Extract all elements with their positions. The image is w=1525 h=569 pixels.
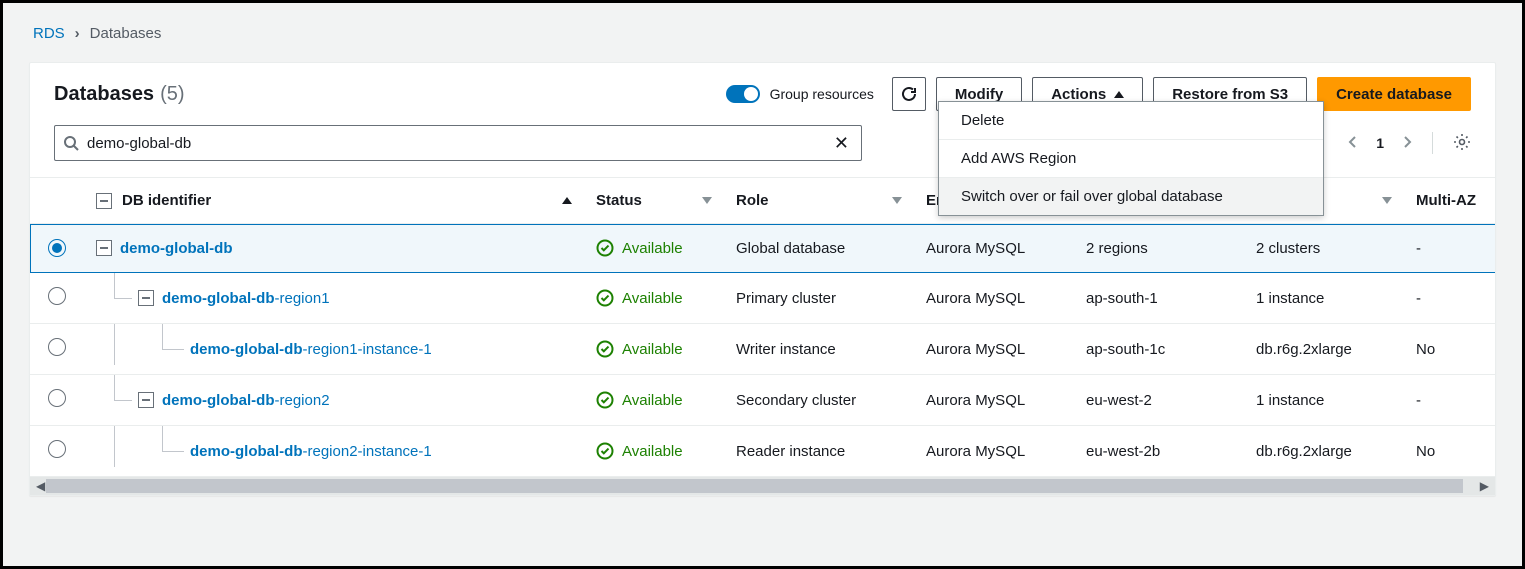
chevron-right-icon: › [75,25,80,42]
clear-search-button[interactable]: ✕ [830,133,853,154]
region-cell: ap-south-1c [1074,324,1244,375]
size-cell: 2 clusters [1244,224,1404,273]
settings-button[interactable] [1453,133,1471,154]
filter-icon [1382,197,1392,204]
row-select-radio[interactable] [48,287,66,305]
next-page-button[interactable] [1402,135,1412,152]
scroll-left-icon: ◀ [36,479,45,493]
role-cell: Primary cluster [724,273,914,324]
action-add-aws-region[interactable]: Add AWS Region [939,139,1323,177]
db-identifier-link[interactable]: demo-global-db-region2 [162,392,330,409]
db-identifier-link[interactable]: demo-global-db-region1 [162,290,330,307]
engine-cell: Aurora MySQL [914,224,1074,273]
engine-cell: Aurora MySQL [914,273,1074,324]
page-title: Databases (5) [54,83,185,106]
sort-asc-icon [562,197,572,204]
table-row[interactable]: demo-global-db-region1 Available Primary c… [30,273,1495,324]
col-db-identifier-header[interactable]: DB identifier [84,178,584,224]
status-available: Available [596,340,712,358]
engine-cell: Aurora MySQL [914,375,1074,426]
filter-icon [702,197,712,204]
toggle-icon [726,85,760,103]
table-row[interactable]: demo-global-db-region1-instance-1 Availab… [30,324,1495,375]
status-available: Available [596,289,712,307]
multiaz-cell: No [1404,324,1495,375]
tree-expander[interactable] [138,392,154,408]
multiaz-cell: - [1404,224,1495,273]
action-delete[interactable]: Delete [939,102,1323,139]
prev-page-button[interactable] [1348,135,1358,152]
col-select-header [30,178,84,224]
row-select-radio[interactable] [48,338,66,356]
tree-expander[interactable] [138,290,154,306]
row-select-radio[interactable] [48,389,66,407]
col-status-header[interactable]: Status [584,178,724,224]
col-multiaz-header[interactable]: Multi-AZ [1404,178,1495,224]
multiaz-cell: No [1404,426,1495,477]
role-cell: Reader instance [724,426,914,477]
multiaz-cell: - [1404,273,1495,324]
region-cell: ap-south-1 [1074,273,1244,324]
gear-icon [1453,133,1471,151]
tree-expander[interactable] [96,240,112,256]
scroll-thumb[interactable] [46,479,1463,493]
title-count: (5) [160,83,184,106]
pager: 1 [1348,132,1471,154]
databases-table: DB identifier Status Role Engine Region … [30,177,1495,495]
status-available: Available [596,442,712,460]
size-cell: db.r6g.2xlarge [1244,426,1404,477]
filter-icon [892,197,902,204]
role-cell: Global database [724,224,914,273]
col-role-header[interactable]: Role [724,178,914,224]
engine-cell: Aurora MySQL [914,324,1074,375]
title-text: Databases [54,83,154,106]
size-cell: 1 instance [1244,273,1404,324]
size-cell: 1 instance [1244,375,1404,426]
breadcrumb-current: Databases [90,25,162,42]
region-cell: 2 regions [1074,224,1244,273]
status-available: Available [596,239,712,257]
breadcrumb: RDS › Databases [3,3,1522,62]
search-icon [63,135,79,151]
group-resources-label: Group resources [770,86,874,102]
table-row[interactable]: demo-global-db-region2-instance-1 Availab… [30,426,1495,477]
page-number: 1 [1376,135,1384,151]
role-cell: Secondary cluster [724,375,914,426]
breadcrumb-link-rds[interactable]: RDS [33,25,65,42]
status-available: Available [596,391,712,409]
multiaz-cell: - [1404,375,1495,426]
role-cell: Writer instance [724,324,914,375]
engine-cell: Aurora MySQL [914,426,1074,477]
triangle-up-icon [1114,91,1124,98]
action-switchover-failover[interactable]: Switch over or fail over global database [939,177,1323,215]
region-cell: eu-west-2b [1074,426,1244,477]
db-identifier-link[interactable]: demo-global-db [120,240,233,257]
table-row[interactable]: demo-global-db Available Global databaseAu… [30,224,1495,273]
horizontal-scrollbar[interactable]: ◀ ▶ [30,477,1495,495]
create-database-button[interactable]: Create database [1317,77,1471,111]
row-select-radio[interactable] [48,239,66,257]
db-identifier-link[interactable]: demo-global-db-region2-instance-1 [190,443,432,460]
search-input[interactable] [87,135,822,152]
actions-label: Actions [1051,86,1106,103]
table-row[interactable]: demo-global-db-region2 Available Secondary… [30,375,1495,426]
actions-dropdown: Delete Add AWS Region Switch over or fai… [938,101,1324,216]
size-cell: db.r6g.2xlarge [1244,324,1404,375]
refresh-button[interactable] [892,77,926,111]
group-resources-toggle[interactable]: Group resources [726,85,874,103]
row-select-radio[interactable] [48,440,66,458]
search-input-wrap: ✕ [54,125,862,161]
scroll-right-icon: ▶ [1480,479,1489,493]
refresh-icon [901,86,917,102]
region-cell: eu-west-2 [1074,375,1244,426]
db-identifier-link[interactable]: demo-global-db-region1-instance-1 [190,341,432,358]
